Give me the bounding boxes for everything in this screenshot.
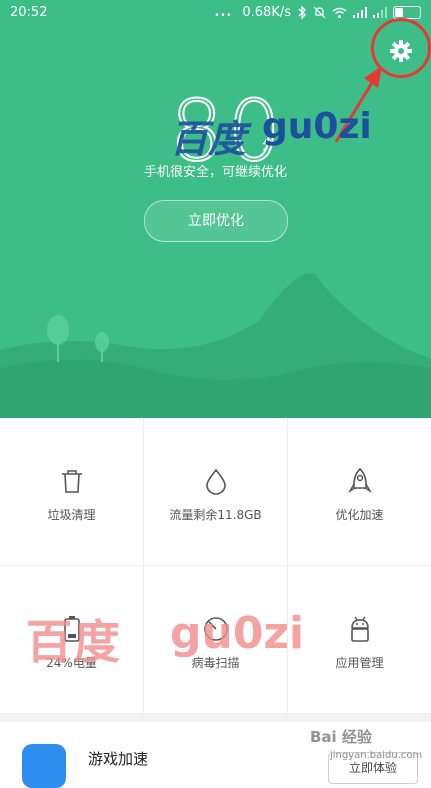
bluetooth-icon	[298, 6, 306, 19]
signal-icon-2	[373, 7, 387, 18]
game-boost-title: 游戏加速	[88, 750, 149, 768]
section-divider	[0, 714, 431, 722]
optimize-now-button[interactable]: 立即优化	[144, 200, 288, 242]
trash-icon	[61, 470, 82, 493]
status-bar: 20:52 ... 0.68K/s	[0, 0, 431, 26]
status-time: 20:52	[10, 5, 48, 20]
landscape-illustration	[0, 273, 431, 418]
tool-optimize-speed[interactable]: 优化加速	[288, 418, 431, 566]
tool-label: 流量剩余11.8GB	[169, 508, 262, 522]
wifi-icon	[332, 7, 347, 18]
network-speed: 0.68K/s	[242, 5, 291, 20]
mute-bell-icon	[313, 6, 326, 19]
tool-junk-cleanup[interactable]: 垃圾清理	[0, 418, 144, 566]
rocket-icon	[347, 467, 372, 493]
watermark-baidu-bottom: 百度	[26, 615, 122, 669]
tool-label: 应用管理	[335, 656, 384, 670]
notification-dots: ...	[214, 5, 233, 20]
droplet-icon	[205, 468, 226, 495]
baidu-jingyan-url: jingyan.baidu.com	[330, 750, 423, 761]
game-controller-icon	[22, 744, 66, 788]
tool-label: 垃圾清理	[47, 508, 96, 522]
watermark-gu0zi: gu0zi	[262, 106, 372, 147]
battery-icon	[393, 6, 421, 19]
security-status-text: 手机很安全，可继续优化	[143, 165, 287, 180]
hero-panel: 20:52 ... 0.68K/s 80 分 百度 gu0zi 手机很安全，可继…	[0, 0, 431, 418]
watermark-gu0zi-bottom: gu0zi	[170, 608, 305, 659]
watermark-baidu: 百度	[170, 116, 247, 161]
android-icon	[350, 616, 369, 642]
tool-data-remaining[interactable]: 流量剩余11.8GB	[144, 418, 288, 566]
signal-icon	[353, 7, 367, 18]
tool-label: 优化加速	[335, 508, 384, 522]
baidu-jingyan-logo: Bai 经验	[310, 728, 372, 746]
tool-app-management[interactable]: 应用管理	[288, 566, 431, 714]
status-indicators: ... 0.68K/s	[215, 5, 421, 20]
